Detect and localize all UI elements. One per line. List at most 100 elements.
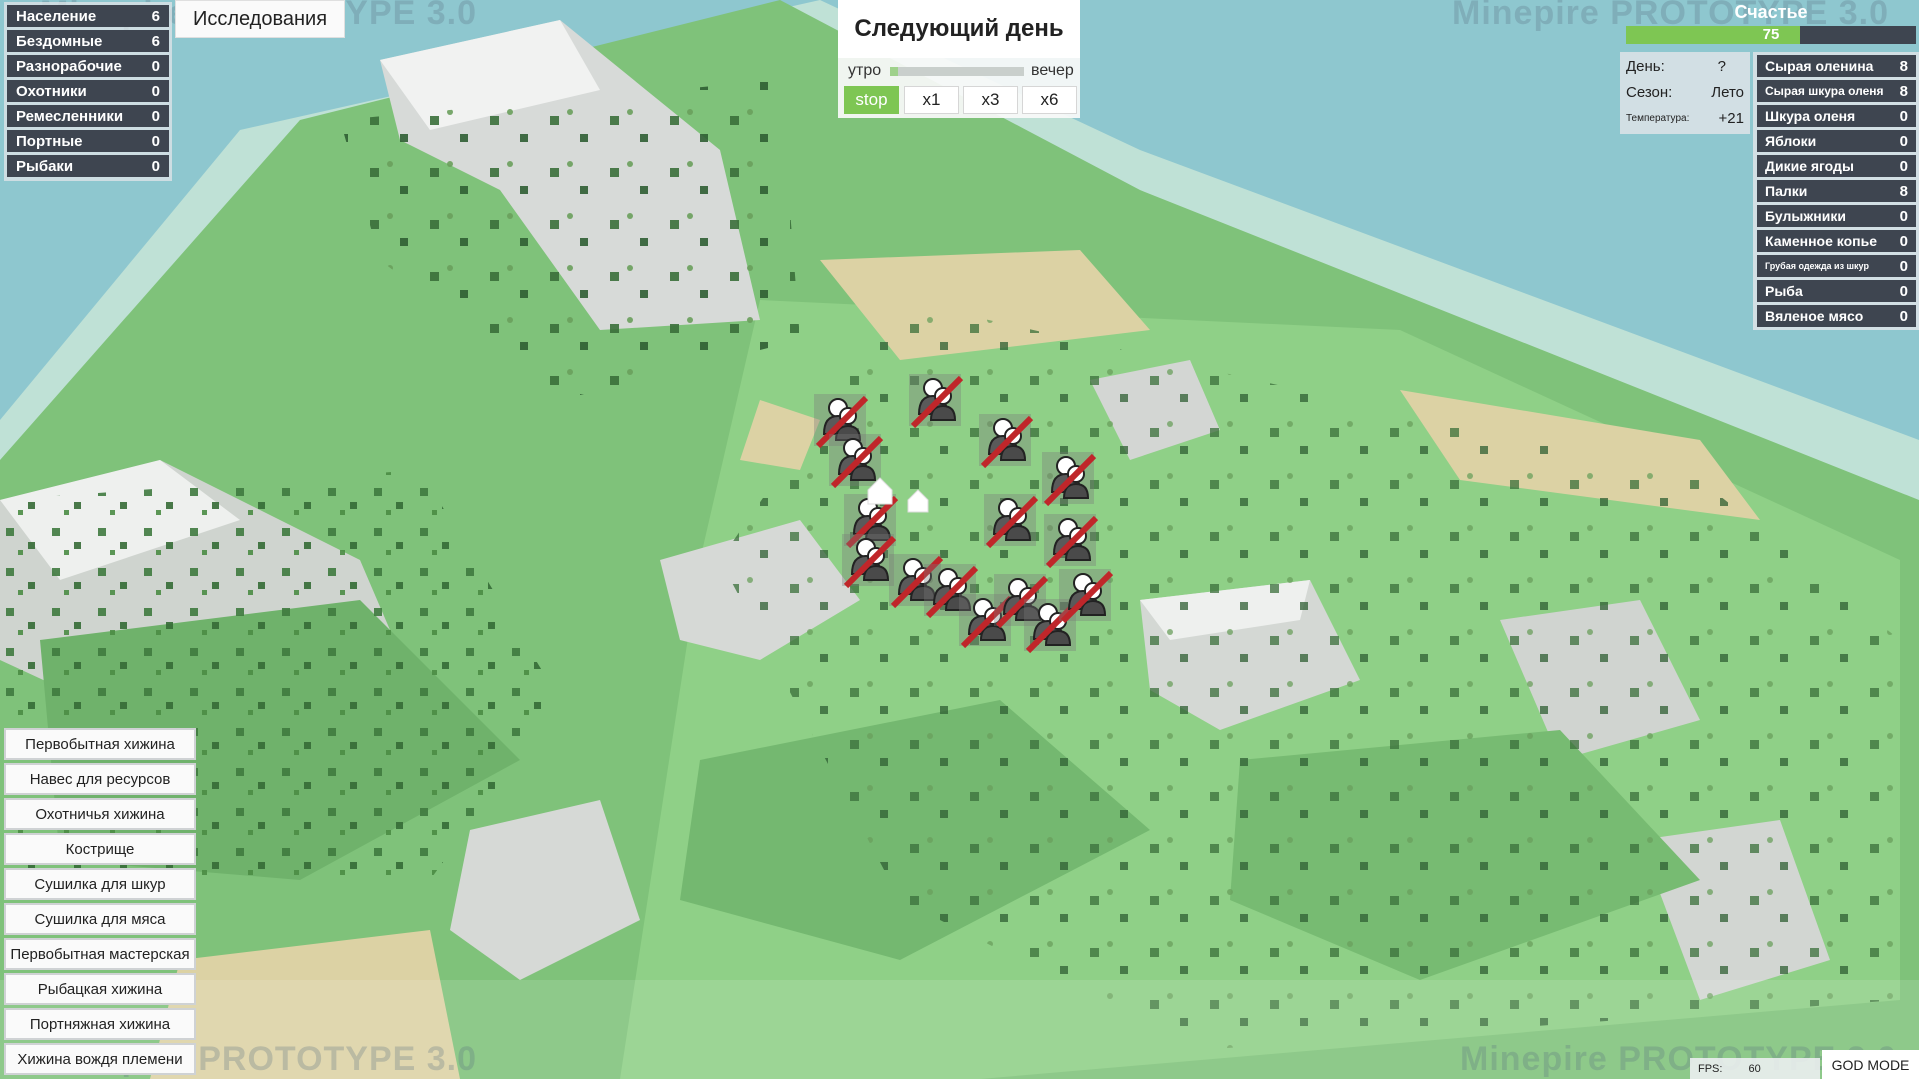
resource-value: 0 [1899, 307, 1908, 325]
population-row-laborers: Разнорабочие 0 [7, 55, 169, 77]
resource-value: 8 [1899, 182, 1908, 200]
resource-value: 8 [1899, 57, 1908, 75]
fps-value: 60 [1748, 1062, 1761, 1075]
population-value: 0 [151, 82, 160, 100]
resource-row: Каменное копье 0 [1757, 230, 1916, 252]
population-panel: Население 6 Бездомные 6 Разнорабочие 0 Охот… [4, 2, 172, 181]
resource-label: Сырая оленина [1765, 58, 1874, 74]
resource-value: 0 [1899, 132, 1908, 150]
population-value: 6 [151, 32, 160, 50]
population-row-total: Население 6 [7, 5, 169, 27]
build-button[interactable]: Рыбацкая хижина [4, 973, 196, 1005]
build-button[interactable]: Сушилка для мяса [4, 903, 196, 935]
homeless-villager-icon[interactable] [1044, 514, 1096, 566]
next-day-button[interactable]: Следующий день [838, 0, 1080, 58]
resource-label: Булыжники [1765, 208, 1846, 224]
population-row-hunters: Охотники 0 [7, 80, 169, 102]
resource-row: Рыба 0 [1757, 280, 1916, 302]
temperature-row: Температура: +21 [1626, 110, 1744, 127]
season-value: Лето [1711, 84, 1744, 101]
homeless-villager-icon[interactable] [1042, 452, 1094, 504]
homeless-villager-icon[interactable] [909, 374, 961, 426]
day-progress-bar [890, 67, 1024, 76]
build-button[interactable]: Хижина вождя племени [4, 1043, 196, 1075]
happiness-value: 75 [1762, 26, 1780, 43]
homeless-villager-icon[interactable] [979, 414, 1031, 466]
population-row-craftsmen: Ремесленники 0 [7, 105, 169, 127]
homeless-villager-icon[interactable] [1059, 569, 1111, 621]
speed-x1-button[interactable]: x1 [904, 86, 959, 114]
resource-label: Каменное копье [1765, 233, 1878, 249]
resource-value: 0 [1899, 157, 1908, 175]
resource-label: Палки [1765, 183, 1808, 199]
season-row: Сезон: Лето [1626, 84, 1744, 101]
homeless-villager-icon[interactable] [984, 494, 1036, 546]
build-button[interactable]: Кострище [4, 833, 196, 865]
population-label: Бездомные [16, 32, 103, 50]
temperature-value: +21 [1718, 110, 1744, 127]
build-button[interactable]: Портняжная хижина [4, 1008, 196, 1040]
day-label: День: [1626, 58, 1665, 75]
resource-value: 0 [1899, 107, 1908, 125]
population-label: Рыбаки [16, 157, 74, 175]
resource-value: 0 [1899, 207, 1908, 225]
population-row-homeless: Бездомные 6 [7, 30, 169, 52]
resource-row: Грубая одежда из шкур 0 [1757, 255, 1916, 277]
build-menu: Первобытная хижина Навес для ресурсов Охот… [4, 728, 196, 1075]
resource-label: Рыба [1765, 283, 1803, 299]
evening-label: вечер [1031, 62, 1074, 79]
build-button[interactable]: Первобытная хижина [4, 728, 196, 760]
population-label: Портные [16, 132, 83, 150]
build-button[interactable]: Охотничья хижина [4, 798, 196, 830]
speed-x3-button[interactable]: x3 [963, 86, 1018, 114]
resource-row: Яблоки 0 [1757, 130, 1916, 152]
build-button[interactable]: Навес для ресурсов [4, 763, 196, 795]
homeless-villager-icon[interactable] [829, 434, 881, 486]
resource-row: Булыжники 0 [1757, 205, 1916, 227]
population-value: 6 [151, 7, 160, 25]
resource-value: 0 [1899, 282, 1908, 300]
morning-label: утро [848, 62, 882, 79]
fps-counter: FPS: 60 [1690, 1058, 1820, 1079]
speed-x6-button[interactable]: x6 [1022, 86, 1077, 114]
resource-row: Дикие ягоды 0 [1757, 155, 1916, 177]
homeless-villager-icon[interactable] [842, 534, 894, 586]
resource-value: 8 [1899, 82, 1908, 100]
god-mode-button[interactable]: GOD MODE [1822, 1050, 1919, 1079]
population-label: Разнорабочие [16, 57, 122, 75]
build-button[interactable]: Первобытная мастерская [4, 938, 196, 970]
population-label: Население [16, 7, 97, 25]
population-row-tailors: Портные 0 [7, 130, 169, 152]
resource-row: Сырая оленина 8 [1757, 55, 1916, 77]
build-button[interactable]: Сушилка для шкур [4, 868, 196, 900]
homeless-villagers-group[interactable] [0, 0, 1919, 1079]
happiness-label: Счастье [1734, 2, 1808, 22]
population-value: 0 [151, 107, 160, 125]
season-label: Сезон: [1626, 84, 1673, 101]
resource-row: Шкура оленя 0 [1757, 105, 1916, 127]
resource-label: Дикие ягоды [1765, 158, 1854, 174]
speed-stop-button[interactable]: stop [844, 86, 899, 114]
population-label: Ремесленники [16, 107, 124, 125]
day-row: День: ? [1626, 58, 1744, 75]
happiness-meter: Счастье 75 [1624, 0, 1918, 50]
research-button[interactable]: Исследования [175, 0, 345, 38]
temperature-label: Температура: [1626, 113, 1690, 124]
resource-label: Сырая шкура оленя [1765, 84, 1884, 98]
resources-panel: Сырая оленина 8 Сырая шкура оленя 8 Шкура ол… [1753, 52, 1919, 330]
population-value: 0 [151, 57, 160, 75]
resource-label: Шкура оленя [1765, 108, 1856, 124]
resource-value: 0 [1899, 257, 1908, 275]
day-progress-fill [890, 67, 899, 76]
house-icon[interactable] [907, 489, 929, 513]
resource-label: Грубая одежда из шкур [1765, 261, 1869, 271]
resource-value: 0 [1899, 232, 1908, 250]
population-value: 0 [151, 132, 160, 150]
fps-label: FPS: [1698, 1062, 1723, 1075]
time-control-panel: Следующий день утро вечер stop x1 x3 x6 [838, 0, 1080, 118]
population-row-fishers: Рыбаки 0 [7, 155, 169, 177]
resource-label: Вяленое мясо [1765, 308, 1864, 324]
resource-row: Вяленое мясо 0 [1757, 305, 1916, 327]
resource-row: Палки 8 [1757, 180, 1916, 202]
population-value: 0 [151, 157, 160, 175]
